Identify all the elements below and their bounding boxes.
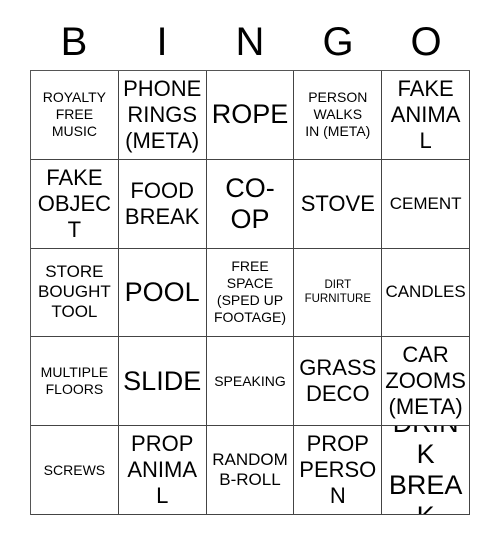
bingo-grid: ROYALTY FREE MUSIC PHONE RINGS (META) RO… (30, 70, 470, 515)
bingo-cell[interactable]: PERSON WALKS IN (META) (294, 71, 383, 160)
bingo-cell[interactable]: CAR ZOOMS (META) (382, 337, 470, 427)
bingo-cell-label: FOOD BREAK (124, 177, 200, 229)
bingo-cell[interactable]: DIRT FURNITURE (294, 248, 383, 338)
bingo-cell[interactable]: STORE BOUGHT TOOL (31, 248, 119, 338)
bingo-cell[interactable]: PROP ANIMAL (118, 426, 207, 515)
bingo-cell-label: GRASS DECO (299, 355, 377, 407)
bingo-cell[interactable]: DRINK BREAK (382, 426, 470, 515)
header-letter-g: G (322, 20, 354, 64)
bingo-cell[interactable]: SCREWS (31, 426, 119, 515)
bingo-cell-free-space[interactable]: FREE SPACE (SPED UP FOOTAGE) (206, 248, 295, 338)
bingo-cell-label: CAR ZOOMS (META) (385, 342, 466, 420)
bingo-cell-label: MULTIPLE FLOORS (40, 364, 109, 398)
bingo-cell[interactable]: POOL (118, 248, 207, 338)
bingo-cell-label: DIRT FURNITURE (304, 279, 372, 306)
bingo-cell-label: CEMENT (389, 193, 462, 213)
bingo-card: B I N G O ROYALTY FREE MUSIC PHONE RINGS… (0, 0, 500, 544)
bingo-cell[interactable]: SPEAKING (206, 337, 295, 427)
bingo-cell-label: SLIDE (123, 365, 202, 396)
bingo-cell[interactable]: CANDLES (382, 248, 470, 338)
bingo-cell-label: ROPE (211, 99, 289, 130)
bingo-cell[interactable]: ROYALTY FREE MUSIC (31, 71, 119, 160)
bingo-cell-label: FAKE ANIMAL (390, 75, 461, 153)
bingo-cell-label: FAKE OBJECT (37, 164, 112, 242)
bingo-cell[interactable]: ROPE (206, 71, 295, 160)
bingo-cell-label: ROYALTY FREE MUSIC (42, 89, 107, 140)
bingo-cell-label: CANDLES (385, 282, 466, 302)
header-letter-n: N (235, 20, 265, 64)
header-letter-i: I (156, 20, 168, 64)
bingo-cell-label: RANDOM B-ROLL (212, 450, 288, 490)
bingo-cell[interactable]: CO- OP (206, 159, 295, 249)
bingo-cell-label: PROP PERSON (299, 431, 377, 509)
bingo-cell-label: PROP ANIMAL (127, 431, 198, 509)
bingo-cell-label: STORE BOUGHT TOOL (38, 262, 111, 322)
header-letter-b: B (60, 20, 88, 64)
bingo-cell[interactable]: PHONE RINGS (META) (118, 71, 207, 160)
bingo-cell-label: DRINK BREAK (388, 426, 463, 514)
bingo-cell[interactable]: FOOD BREAK (118, 159, 207, 249)
bingo-cell-label: CO- OP (225, 172, 275, 234)
bingo-cell-label: SPEAKING (214, 372, 286, 389)
bingo-cell[interactable]: RANDOM B-ROLL (206, 426, 295, 515)
bingo-free-space-label: FREE SPACE (SPED UP FOOTAGE) (213, 258, 287, 326)
bingo-cell-label: STOVE (300, 190, 375, 216)
bingo-cell[interactable]: GRASS DECO (294, 337, 383, 427)
bingo-cell[interactable]: CEMENT (382, 159, 470, 249)
bingo-header-row: B I N G O (30, 14, 470, 70)
bingo-cell-label: POOL (124, 276, 200, 307)
bingo-cell-label: SCREWS (43, 461, 106, 478)
bingo-cell[interactable]: STOVE (294, 159, 383, 249)
header-letter-o: O (410, 20, 442, 64)
bingo-cell[interactable]: FAKE ANIMAL (382, 71, 470, 160)
bingo-cell[interactable]: PROP PERSON (294, 426, 383, 515)
bingo-cell-label: PERSON WALKS IN (META) (305, 89, 371, 140)
bingo-cell[interactable]: SLIDE (118, 337, 207, 427)
bingo-cell[interactable]: MULTIPLE FLOORS (31, 337, 119, 427)
bingo-cell[interactable]: FAKE OBJECT (31, 159, 119, 249)
bingo-cell-label: PHONE RINGS (META) (123, 75, 202, 153)
